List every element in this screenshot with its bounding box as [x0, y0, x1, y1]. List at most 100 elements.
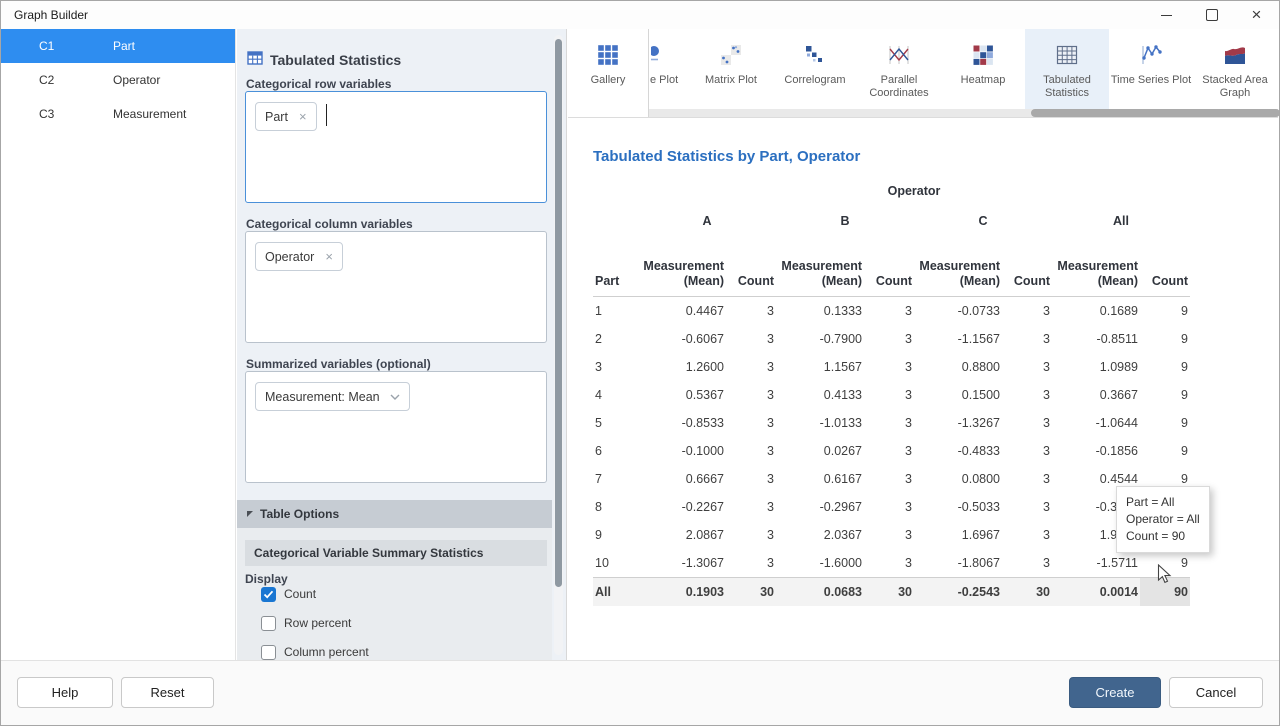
panel-scrollbar-thumb[interactable] — [555, 39, 562, 587]
checked-checkbox-icon[interactable] — [261, 587, 276, 602]
table-cell[interactable]: 1.1567 — [776, 353, 864, 381]
sidebar-column-part[interactable]: C1Part — [1, 29, 235, 63]
table-cell[interactable]: 3 — [726, 437, 776, 465]
checkbox-row-percent[interactable]: Row percent — [261, 615, 546, 631]
table-cell[interactable]: -1.0133 — [776, 409, 864, 437]
sidebar-column-operator[interactable]: C2Operator — [1, 63, 235, 97]
table-cell[interactable]: -1.3067 — [638, 549, 726, 578]
table-cell[interactable]: 0.6167 — [776, 465, 864, 493]
table-cell[interactable]: 3 — [864, 353, 914, 381]
table-cell[interactable]: 2.0867 — [638, 521, 726, 549]
table-cell[interactable]: 0.8800 — [914, 353, 1002, 381]
table-cell[interactable]: -1.8067 — [914, 549, 1002, 578]
table-cell[interactable]: 3 — [726, 353, 776, 381]
gallery-item-heatmap[interactable]: Heatmap — [941, 29, 1025, 109]
table-cell[interactable]: 0.0014 — [1052, 578, 1140, 607]
table-cell[interactable]: 3 — [726, 325, 776, 353]
chevron-down-icon[interactable] — [390, 394, 400, 400]
gallery-item-tabulated-statistics[interactable]: Tabulated Statistics — [1025, 29, 1109, 109]
table-cell[interactable]: 3 — [864, 437, 914, 465]
close-button[interactable]: × — [1234, 1, 1279, 29]
maximize-button[interactable] — [1189, 1, 1234, 29]
variable-chip-operator[interactable]: Operator× — [255, 242, 343, 271]
table-cell[interactable]: 9 — [1140, 297, 1190, 326]
gallery-item-stacked-area-graph[interactable]: Stacked Area Graph — [1193, 29, 1277, 109]
table-cell[interactable]: 3 — [1002, 493, 1052, 521]
table-cell[interactable]: 3 — [864, 521, 914, 549]
table-cell[interactable]: 3 — [1002, 549, 1052, 578]
unchecked-checkbox-icon[interactable] — [261, 645, 276, 660]
sidebar-column-measurement[interactable]: C3Measurement — [1, 97, 235, 131]
table-cell[interactable]: 3 — [726, 521, 776, 549]
table-cell[interactable]: 0.0683 — [776, 578, 864, 607]
table-cell[interactable]: 3 — [864, 381, 914, 409]
table-cell[interactable]: 0.1333 — [776, 297, 864, 326]
table-cell[interactable]: -1.5711 — [1052, 549, 1140, 578]
table-cell[interactable]: 3 — [1002, 325, 1052, 353]
table-cell[interactable]: 1.6967 — [914, 521, 1002, 549]
unchecked-checkbox-icon[interactable] — [261, 616, 276, 631]
remove-chip-icon[interactable]: × — [299, 110, 307, 123]
table-options-header[interactable]: Table Options — [237, 500, 552, 528]
variable-chip-measurement-mean[interactable]: Measurement: Mean — [255, 382, 410, 411]
table-cell[interactable]: -1.0644 — [1052, 409, 1140, 437]
table-cell[interactable]: 3 — [1002, 437, 1052, 465]
gallery-item-e-plot[interactable]: e Plot — [649, 29, 689, 109]
reset-button[interactable]: Reset — [121, 677, 214, 708]
table-cell[interactable]: 3 — [864, 549, 914, 578]
table-cell[interactable]: 1.2600 — [638, 353, 726, 381]
gallery-item-parallel-coordinates[interactable]: Parallel Coordinates — [857, 29, 941, 109]
summarized-variables-box[interactable]: Measurement: Mean — [245, 371, 547, 483]
remove-chip-icon[interactable]: × — [325, 250, 333, 263]
table-cell[interactable]: 0.0800 — [914, 465, 1002, 493]
table-cell[interactable]: 1.0989 — [1052, 353, 1140, 381]
minimize-button[interactable] — [1144, 1, 1189, 29]
table-cell[interactable]: 3 — [726, 549, 776, 578]
table-cell[interactable]: 0.3667 — [1052, 381, 1140, 409]
table-cell[interactable]: -0.2267 — [638, 493, 726, 521]
variable-chip-part[interactable]: Part× — [255, 102, 317, 131]
table-cell[interactable]: 3 — [864, 493, 914, 521]
table-cell[interactable]: -0.0733 — [914, 297, 1002, 326]
table-cell[interactable]: 3 — [864, 325, 914, 353]
gallery-scrollbar[interactable] — [649, 109, 1278, 117]
cancel-button[interactable]: Cancel — [1169, 677, 1263, 708]
table-cell[interactable]: 3 — [1002, 381, 1052, 409]
table-cell[interactable]: -1.6000 — [776, 549, 864, 578]
table-cell[interactable]: -1.1567 — [914, 325, 1002, 353]
table-cell[interactable]: 3 — [726, 381, 776, 409]
table-cell[interactable]: -0.6067 — [638, 325, 726, 353]
gallery-item-gallery[interactable]: Gallery — [568, 29, 649, 117]
table-cell[interactable]: 9 — [1140, 437, 1190, 465]
table-cell[interactable]: 3 — [864, 409, 914, 437]
table-cell[interactable]: 0.5367 — [638, 381, 726, 409]
checkbox-count[interactable]: Count — [261, 586, 546, 602]
table-cell[interactable]: -0.8511 — [1052, 325, 1140, 353]
table-cell[interactable]: -0.8533 — [638, 409, 726, 437]
table-cell[interactable]: 9 — [1140, 381, 1190, 409]
table-cell[interactable]: -0.4833 — [914, 437, 1002, 465]
table-cell[interactable]: 3 — [864, 465, 914, 493]
table-cell[interactable]: 2.0367 — [776, 521, 864, 549]
table-cell[interactable]: -0.7900 — [776, 325, 864, 353]
table-cell[interactable]: -1.3267 — [914, 409, 1002, 437]
table-cell[interactable]: 3 — [726, 493, 776, 521]
checkbox-column-percent[interactable]: Column percent — [261, 644, 546, 660]
table-cell[interactable]: -0.2543 — [914, 578, 1002, 607]
create-button[interactable]: Create — [1069, 677, 1161, 708]
gallery-item-matrix-plot[interactable]: Matrix Plot — [689, 29, 773, 109]
table-cell[interactable]: 0.0267 — [776, 437, 864, 465]
table-cell[interactable]: 3 — [1002, 297, 1052, 326]
gallery-scrollbar-thumb[interactable] — [1031, 109, 1280, 117]
gallery-item-correlogram[interactable]: Correlogram — [773, 29, 857, 109]
table-cell[interactable]: -0.2967 — [776, 493, 864, 521]
table-cell[interactable]: 9 — [1140, 409, 1190, 437]
table-cell[interactable]: 30 — [864, 578, 914, 607]
table-cell[interactable]: 3 — [726, 465, 776, 493]
row-variables-box[interactable]: Part× — [245, 91, 547, 203]
table-cell[interactable]: 0.1903 — [638, 578, 726, 607]
panel-scrollbar[interactable] — [554, 35, 563, 655]
table-cell[interactable]: 3 — [1002, 409, 1052, 437]
table-cell[interactable]: 3 — [1002, 465, 1052, 493]
table-cell[interactable]: 3 — [864, 297, 914, 326]
